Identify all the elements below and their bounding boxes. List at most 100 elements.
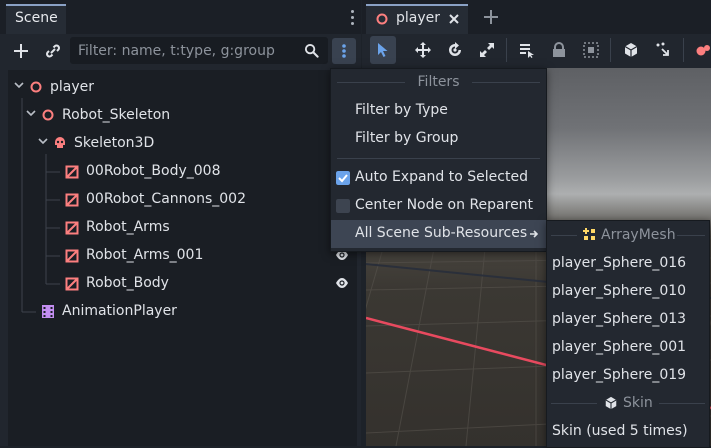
move-icon[interactable]	[415, 42, 431, 58]
chevron-down-icon[interactable]	[14, 80, 24, 90]
tree-item-robot-arms[interactable]: Robot_Arms	[8, 214, 357, 242]
tree-item-robot-body[interactable]: Robot_Body	[8, 270, 357, 298]
menu-item-all-sub-resources[interactable]: All Scene Sub-Resources	[331, 220, 546, 248]
group-icon[interactable]	[583, 42, 599, 58]
tree-item-label: 00Robot_Body_008	[86, 163, 221, 179]
scene-filter-input[interactable]	[70, 37, 308, 64]
cube-icon[interactable]	[623, 42, 639, 58]
skin-icon	[605, 396, 617, 410]
menu-item-label: player_Sphere_010	[552, 283, 687, 299]
mesh-instance-icon	[65, 165, 79, 179]
menu-item-label: player_Sphere_001	[552, 339, 687, 355]
sub-resources-menu: ArrayMesh player_Sphere_016 player_Spher…	[546, 220, 710, 448]
menu-item-mesh[interactable]: player_Sphere_010	[547, 278, 709, 306]
menu-separator	[551, 235, 577, 236]
menu-item-label: Filter by Type	[355, 102, 448, 118]
menu-item-label: player_Sphere_019	[552, 367, 687, 383]
array-mesh-icon	[583, 228, 595, 240]
add-tab-icon[interactable]	[484, 10, 498, 24]
tab-scene[interactable]: Scene	[6, 4, 66, 34]
eye-icon[interactable]	[335, 277, 349, 289]
particles-icon[interactable]	[695, 42, 711, 58]
menu-separator	[677, 235, 705, 236]
tree-item-robot-cannons-002[interactable]: 00Robot_Cannons_002	[8, 186, 357, 214]
menu-item-center-node[interactable]: Center Node on Reparent	[331, 192, 546, 220]
link-icon	[46, 44, 60, 58]
menu-item-label: Filter by Group	[355, 130, 459, 146]
select-mode-button[interactable]	[370, 36, 396, 64]
menu-item-mesh[interactable]: player_Sphere_016	[547, 250, 709, 278]
mesh-instance-icon	[65, 249, 79, 263]
scale-icon[interactable]	[479, 42, 495, 58]
tree-item-label: Robot_Skeleton	[62, 107, 171, 123]
menu-separator	[551, 403, 597, 404]
menu-item-label: Skin (used 5 times)	[552, 423, 688, 439]
close-icon[interactable]	[448, 13, 460, 25]
node3d-icon	[30, 81, 42, 93]
menu-item-label: All Scene Sub-Resources	[355, 225, 528, 241]
array-mesh-header: ArrayMesh	[601, 227, 676, 243]
add-node-button[interactable]	[8, 38, 34, 64]
tree-item-label: AnimationPlayer	[62, 303, 177, 319]
cursor-icon	[378, 43, 388, 57]
kebab-icon	[342, 44, 346, 58]
menu-item-label: Auto Expand to Selected	[355, 169, 528, 185]
skeleton-icon	[55, 137, 65, 148]
tree-item-label: player	[50, 79, 95, 95]
arrow-right-icon	[530, 230, 539, 238]
menu-item-skin[interactable]: Skin (used 5 times)	[547, 418, 709, 446]
menu-item-label: player_Sphere_016	[552, 255, 687, 271]
menu-item-filter-by-type[interactable]: Filter by Type	[331, 97, 546, 125]
tree-item-robot-body-008[interactable]: 00Robot_Body_008	[8, 158, 357, 186]
menu-separator	[472, 82, 540, 83]
menu-item-label: Center Node on Reparent	[355, 197, 534, 213]
filter-options-menu: Filters Filter by Type Filter by Group A…	[330, 68, 547, 252]
instance-scene-button[interactable]	[40, 38, 66, 64]
lock-icon[interactable]	[552, 42, 566, 58]
menu-separator	[659, 403, 705, 404]
plus-icon	[14, 44, 28, 58]
mesh-instance-icon	[65, 277, 79, 291]
tree-item-robot-arms-001[interactable]: Robot_Arms_001	[8, 242, 357, 270]
tree-item-label: Robot_Arms	[86, 219, 170, 235]
menu-item-filter-by-group[interactable]: Filter by Group	[331, 125, 546, 153]
mesh-instance-icon	[65, 221, 79, 235]
tab-player[interactable]: player	[366, 4, 468, 34]
toolbar-divider	[610, 38, 611, 62]
toolbar-divider	[506, 38, 507, 62]
tree-item-label: Robot_Body	[86, 275, 169, 291]
tab-player-label: player	[396, 10, 441, 26]
chevron-down-icon[interactable]	[38, 136, 48, 146]
menu-item-mesh[interactable]: player_Sphere_013	[547, 306, 709, 334]
checkbox-unchecked-icon[interactable]	[336, 199, 350, 213]
node3d-icon	[376, 13, 388, 25]
menu-separator	[337, 158, 540, 159]
scene-filter-field[interactable]	[70, 37, 328, 64]
filter-options-button[interactable]	[332, 38, 356, 64]
menu-item-label: player_Sphere_013	[552, 311, 687, 327]
mesh-instance-icon	[65, 193, 79, 207]
tab-scene-label: Scene	[15, 10, 58, 26]
tree-item-skeleton3d[interactable]: Skeleton3D	[8, 130, 357, 158]
chevron-down-icon[interactable]	[26, 108, 36, 118]
node3d-icon	[42, 109, 54, 121]
pivot-icon[interactable]	[655, 42, 671, 58]
rotate-icon[interactable]	[447, 42, 463, 58]
animation-player-icon	[42, 305, 54, 318]
skin-header: Skin	[623, 395, 653, 411]
scene-dock-menu-icon[interactable]	[351, 10, 355, 28]
list-select-icon[interactable]	[519, 42, 535, 58]
checkbox-checked-icon[interactable]	[336, 171, 350, 185]
scene-tree: player Robot_Skeleton Skeleton3D 00Robot…	[8, 70, 357, 446]
tree-item-label: Robot_Arms_001	[86, 247, 204, 263]
tree-item-player[interactable]: player	[8, 74, 357, 102]
menu-item-auto-expand[interactable]: Auto Expand to Selected	[331, 164, 546, 192]
search-icon	[304, 43, 319, 58]
tree-item-label: Skeleton3D	[74, 135, 155, 151]
tree-item-animation-player[interactable]: AnimationPlayer	[8, 298, 357, 326]
tree-item-label: 00Robot_Cannons_002	[86, 191, 246, 207]
tree-item-robot-skeleton[interactable]: Robot_Skeleton	[8, 102, 357, 130]
toolbar-divider	[683, 38, 684, 62]
menu-item-mesh[interactable]: player_Sphere_019	[547, 362, 709, 390]
menu-item-mesh[interactable]: player_Sphere_001	[547, 334, 709, 362]
